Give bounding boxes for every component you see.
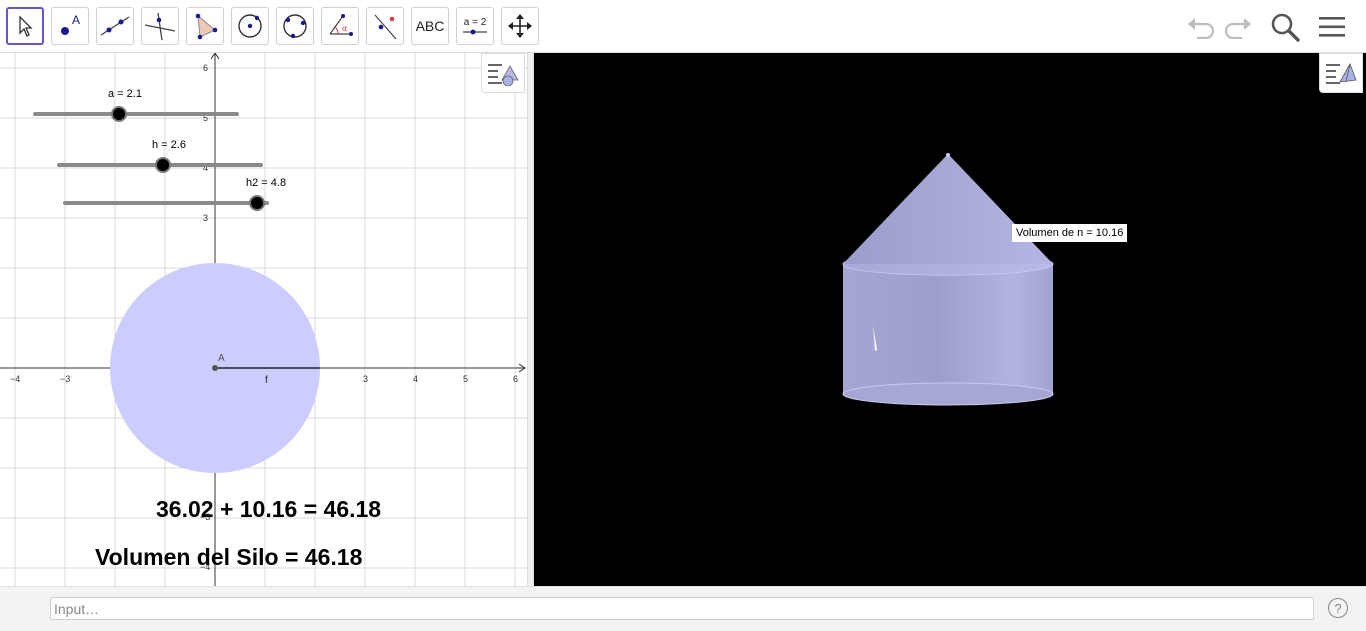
redo-button[interactable] [1221, 10, 1255, 44]
y-tick-label: 6 [203, 63, 208, 73]
svg-text:α: α [342, 24, 347, 33]
x-tick-label: 4 [413, 374, 418, 384]
move-tool-button[interactable] [6, 7, 44, 45]
slider-h2-label: h2 = 4.8 [246, 177, 287, 189]
view3d-style-bar-button[interactable] [1319, 53, 1363, 93]
slider-icon [463, 29, 487, 34]
x-tick-label: −3 [60, 374, 70, 384]
style-bar-icon [488, 64, 519, 86]
perpendicular-line-tool-button[interactable] [141, 7, 179, 45]
circle-center-point-tool-button[interactable] [231, 7, 269, 45]
search-button[interactable] [1268, 10, 1302, 44]
circle-three-points-icon [283, 14, 307, 39]
menu-icon [1319, 17, 1345, 37]
move-arrows-icon [508, 14, 532, 38]
menu-button[interactable] [1315, 10, 1349, 44]
x-tick-label: 6 [513, 374, 518, 384]
reflect-tool-button[interactable] [366, 7, 404, 45]
angle-icon: α [329, 14, 353, 36]
reflect-line-icon [374, 14, 397, 40]
polygon-tool-button[interactable] [186, 7, 224, 45]
toolbar: A α ABC a = 2 [0, 0, 1366, 53]
point-a[interactable] [212, 365, 218, 371]
circle-center-icon [238, 14, 262, 38]
solid-3d-canvas[interactable] [534, 53, 1366, 586]
x-tick-label: 5 [463, 374, 468, 384]
text-tool-button[interactable]: ABC [411, 7, 449, 45]
segment-f-label: f [265, 375, 268, 386]
svg-text:A: A [72, 13, 80, 27]
perpendicular-line-icon [144, 12, 176, 41]
cone[interactable] [843, 153, 1053, 275]
move-graphics-view-tool-button[interactable] [501, 7, 539, 45]
slider-tool-label: a = 2 [463, 16, 487, 28]
slider-h-label: h = 2.6 [152, 139, 186, 151]
graphics-3d-view[interactable]: Volumen de n = 10.16 [534, 53, 1366, 586]
angle-tool-button[interactable]: α [321, 7, 359, 45]
undo-button[interactable] [1184, 10, 1218, 44]
point-icon: A [61, 13, 80, 35]
view-divider[interactable] [527, 53, 534, 586]
cylinder[interactable] [842, 252, 1054, 406]
slider-a-handle [111, 106, 127, 122]
slider-a-label: a = 2.1 [108, 88, 142, 100]
algebra-input-field[interactable] [50, 597, 1314, 620]
redo-icon [1224, 18, 1251, 39]
y-tick-label: 3 [203, 213, 208, 223]
slider-h2[interactable] [63, 195, 269, 211]
x-tick-label: 3 [363, 374, 368, 384]
text-tool-label: ABC [415, 18, 445, 34]
search-icon [1271, 13, 1300, 42]
input-bar: ? [0, 586, 1366, 631]
slider-h-handle [155, 157, 171, 173]
circle-three-points-tool-button[interactable] [276, 7, 314, 45]
line-icon [100, 16, 130, 36]
volume-silo-text: Volumen del Silo = 46.18 [95, 544, 363, 570]
slider-h[interactable] [57, 157, 263, 173]
arrow-cursor-icon [19, 15, 33, 37]
cone-volume-label: Volumen de n = 10.16 [1012, 224, 1128, 242]
point-tool-button[interactable]: A [51, 7, 89, 45]
x-tick-label: −4 [10, 374, 20, 384]
point-a-label: A [218, 353, 225, 364]
graphics-view[interactable]: −4 −3 3 4 5 6 6 5 4 3 −3 −4 A f a = 2.1 … [0, 53, 527, 586]
slider-h2-handle [249, 195, 265, 211]
sum-equation-text: 36.02 + 10.16 = 46.18 [156, 496, 382, 522]
graphics-style-bar-button[interactable] [481, 53, 525, 93]
slider-tool-button[interactable]: a = 2 [456, 7, 494, 45]
style-bar-3d-icon [1326, 63, 1357, 84]
polygon-icon [195, 13, 218, 40]
help-button[interactable]: ? [1328, 598, 1348, 618]
undo-icon [1188, 18, 1215, 39]
line-tool-button[interactable] [96, 7, 134, 45]
